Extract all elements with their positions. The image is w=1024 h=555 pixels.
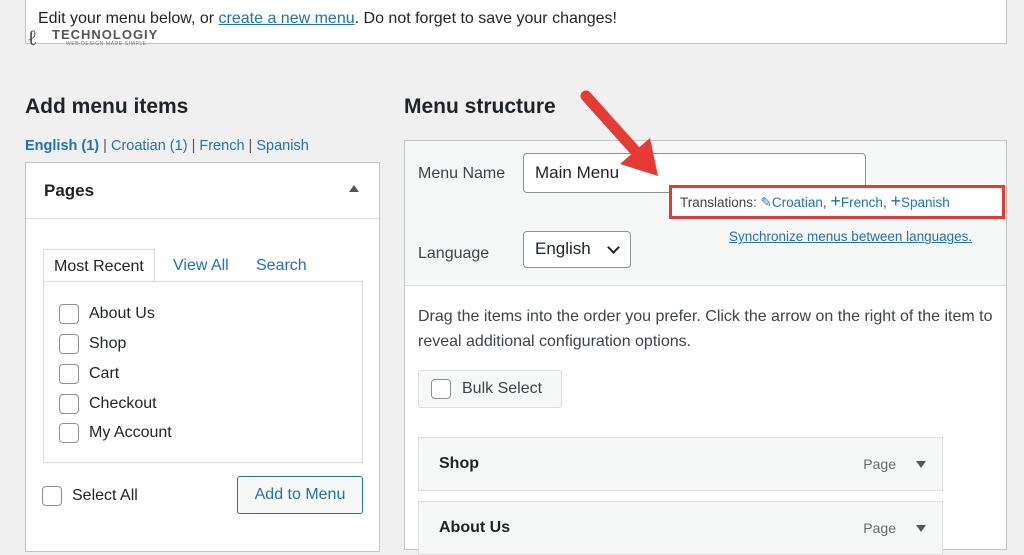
page-label: Checkout xyxy=(89,395,157,412)
page-checkbox[interactable] xyxy=(59,334,79,354)
page-label: Cart xyxy=(89,365,120,382)
lang-separator: | xyxy=(103,138,107,154)
synchronize-menus-link[interactable]: Synchronize menus between languages. xyxy=(729,229,972,244)
list-item[interactable]: About Us xyxy=(59,302,155,326)
add-to-menu-button[interactable]: Add to Menu xyxy=(237,476,363,514)
list-item[interactable]: Cart xyxy=(59,362,119,386)
select-all-row[interactable]: Select All xyxy=(42,486,138,506)
page-label: Shop xyxy=(89,335,127,352)
menu-item-about-us[interactable]: About Us Page xyxy=(418,501,943,555)
page-checkbox[interactable] xyxy=(59,364,79,384)
create-new-menu-link[interactable]: create a new menu xyxy=(219,10,355,27)
translation-link-croatian[interactable]: ✎Croatian xyxy=(761,195,823,210)
list-item[interactable]: My Account xyxy=(59,421,172,445)
chevron-down-icon xyxy=(607,241,620,254)
translations-box: Translations: ✎Croatian, +French, +Spani… xyxy=(669,185,1005,219)
language-filter: English (1) | Croatian (1) | French | Sp… xyxy=(25,138,309,154)
logo-tagline: WEB DESIGN MADE SIMPLE xyxy=(66,41,147,47)
logo-name: TECHNOLOGIY xyxy=(52,27,159,42)
menu-item-type: Page xyxy=(863,520,896,536)
pencil-icon: ✎ xyxy=(760,195,772,210)
add-menu-items-heading: Add menu items xyxy=(25,95,189,118)
annotation-arrow-icon xyxy=(580,90,658,176)
menu-settings-header: Menu Name Main Menu Translations: ✎Croat… xyxy=(405,141,1006,286)
page-label: My Account xyxy=(89,424,172,441)
tab-search[interactable]: Search xyxy=(246,249,317,282)
pages-panel: Pages Most Recent View All Search About … xyxy=(25,162,380,552)
menu-name-label: Menu Name xyxy=(418,165,506,182)
language-label: Language xyxy=(418,245,490,262)
tab-view-all[interactable]: View All xyxy=(163,249,239,282)
page-label: About Us xyxy=(89,305,155,322)
notice-text-before: Edit your menu below, or xyxy=(38,10,219,27)
lang-link-english[interactable]: English (1) xyxy=(25,138,99,154)
lang-separator: | xyxy=(191,138,196,154)
menu-item-title: About Us xyxy=(439,519,511,536)
menu-structure-panel: Menu Name Main Menu Translations: ✎Croat… xyxy=(404,140,1007,555)
bulk-select-label: Bulk Select xyxy=(462,380,543,397)
translation-link-french[interactable]: +French xyxy=(830,192,883,210)
collapse-arrow-icon[interactable] xyxy=(349,185,359,192)
bulk-select-checkbox[interactable] xyxy=(431,379,451,399)
menu-structure-heading: Menu structure xyxy=(404,95,556,118)
page-checkbox[interactable] xyxy=(59,304,79,324)
lang-separator: | xyxy=(248,138,253,154)
lang-link-french[interactable]: French xyxy=(199,138,244,154)
logo-glyph-icon: ℓ xyxy=(28,25,37,51)
pages-panel-title: Pages xyxy=(44,181,95,200)
menu-item-title: Shop xyxy=(439,455,479,472)
menu-item-type: Page xyxy=(863,456,896,472)
language-select-value: English xyxy=(535,239,591,258)
translations-label: Translations: xyxy=(680,195,757,210)
pages-list: About Us Shop Cart Checkout My Account xyxy=(43,281,363,463)
pages-panel-header[interactable]: Pages xyxy=(26,163,379,219)
page-checkbox[interactable] xyxy=(59,394,79,414)
bulk-select-button[interactable]: Bulk Select xyxy=(418,370,562,408)
language-select[interactable]: English xyxy=(523,231,631,268)
page-checkbox[interactable] xyxy=(59,423,79,443)
select-all-checkbox[interactable] xyxy=(42,486,62,506)
lang-link-croatian[interactable]: Croatian (1) xyxy=(111,138,188,154)
expand-arrow-icon[interactable] xyxy=(916,525,926,532)
translation-link-spanish[interactable]: +Spanish xyxy=(890,192,949,210)
plus-icon: + xyxy=(890,191,901,211)
select-all-label: Select All xyxy=(72,487,138,504)
list-item[interactable]: Shop xyxy=(59,332,126,356)
plus-icon: + xyxy=(830,191,841,211)
menu-instructions: Drag the items into the order you prefer… xyxy=(418,308,993,350)
notice-text-after: . Do not forget to save your changes! xyxy=(354,10,617,27)
expand-arrow-icon[interactable] xyxy=(916,461,926,468)
tab-most-recent[interactable]: Most Recent xyxy=(43,249,155,282)
lang-link-spanish[interactable]: Spanish xyxy=(256,138,308,154)
list-item[interactable]: Checkout xyxy=(59,392,157,416)
watermark-logo: ℓ TECHNOLOGIY WEB DESIGN MADE SIMPLE xyxy=(28,25,178,51)
menu-item-shop[interactable]: Shop Page xyxy=(418,437,943,491)
